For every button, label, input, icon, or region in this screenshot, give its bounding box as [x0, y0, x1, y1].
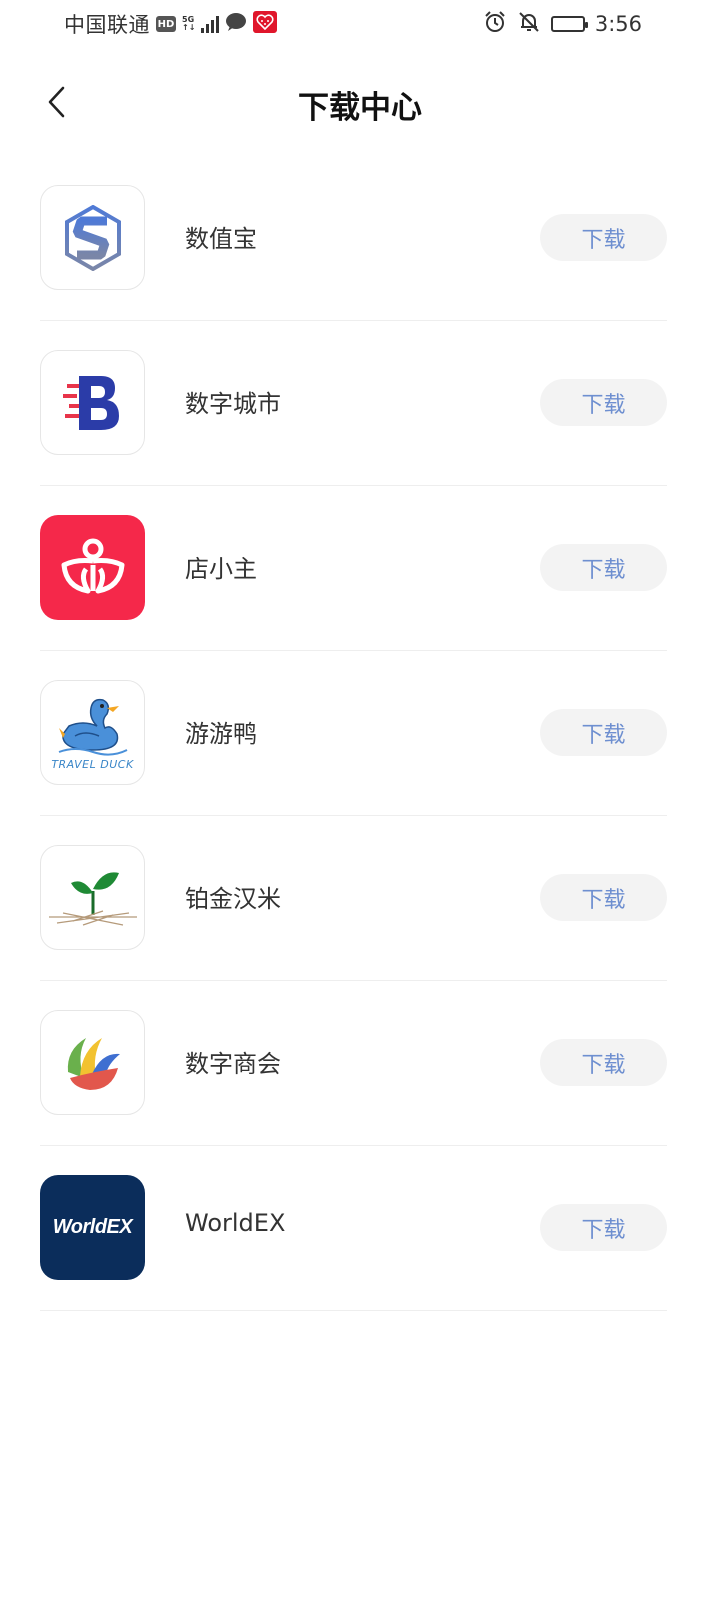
status-right: 3:56 [483, 10, 642, 38]
status-left: 中国联通 HD 5G ↑↓ [64, 10, 278, 38]
signal-icon [201, 15, 220, 33]
download-button[interactable]: 下载 [540, 1204, 667, 1251]
shuzi-shanghui-logo-icon [40, 1010, 145, 1115]
dianxiaozhu-logo-icon [40, 515, 145, 620]
status-bar: 中国联通 HD 5G ↑↓ 3:56 [0, 0, 720, 48]
download-button[interactable]: 下载 [540, 544, 667, 591]
worldex-logo-text: WorldEX [52, 1216, 133, 1238]
download-button[interactable]: 下载 [540, 214, 667, 261]
list-item: 数字城市 下载 [40, 321, 667, 486]
app-name: 铂金汉米 [185, 885, 281, 913]
download-button[interactable]: 下载 [540, 874, 667, 921]
download-button[interactable]: 下载 [540, 1039, 667, 1086]
app-name: 数字城市 [185, 390, 281, 418]
sprout-logo-icon [40, 845, 145, 950]
app-name: WorldEX [185, 1209, 286, 1237]
list-item: 店小主 下载 [40, 486, 667, 651]
list-item: WorldEX WorldEX 下载 [40, 1146, 667, 1311]
clock-time: 3:56 [594, 12, 642, 36]
mute-bell-icon [517, 10, 541, 38]
travel-duck-logo-text: TRAVEL DUCK [51, 758, 134, 771]
travel-duck-logo-icon: TRAVEL DUCK [40, 680, 145, 785]
hd-badge: HD [156, 16, 176, 32]
shuzi-chengshi-logo-icon [40, 350, 145, 455]
list-item: TRAVEL DUCK 游游鸭 下载 [40, 651, 667, 816]
navigation-header: 下载中心 [0, 60, 720, 146]
shuzhibao-logo-icon [40, 185, 145, 290]
list-item: 铂金汉米 下载 [40, 816, 667, 981]
app-notification-icon [253, 11, 278, 37]
download-list: 数值宝 下载 数字城市 下载 店小主 下载 TRAVEL DUCK 游游鸭 下载… [40, 156, 667, 1311]
download-button[interactable]: 下载 [540, 379, 667, 426]
app-name: 数字商会 [185, 1050, 281, 1078]
page-title: 下载中心 [298, 90, 422, 126]
battery-icon [550, 16, 588, 32]
alarm-icon [483, 10, 507, 38]
list-item: 数字商会 下载 [40, 981, 667, 1146]
message-icon [225, 12, 247, 36]
carrier-name: 中国联通 [64, 13, 150, 37]
app-name: 游游鸭 [185, 720, 257, 748]
app-name: 数值宝 [185, 225, 257, 253]
app-name: 店小主 [185, 555, 257, 583]
list-item: 数值宝 下载 [40, 156, 667, 321]
download-button[interactable]: 下载 [540, 709, 667, 756]
worldex-logo-icon: WorldEX [40, 1175, 145, 1280]
network-type: 5G ↑↓ [182, 15, 196, 32]
